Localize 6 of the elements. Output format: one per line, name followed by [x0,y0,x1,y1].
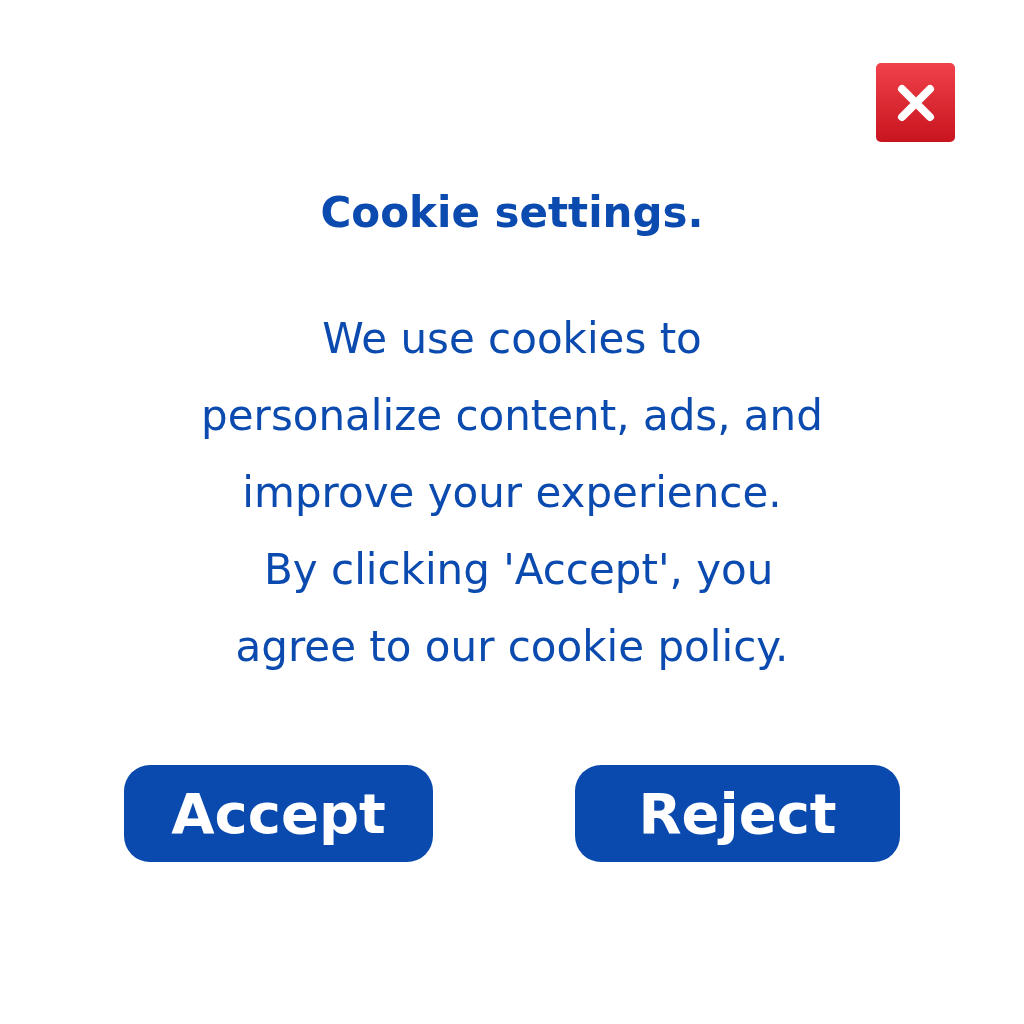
close-icon [895,82,936,123]
reject-button[interactable]: Reject [575,765,900,862]
accept-button[interactable]: Accept [124,765,433,862]
cookie-message: We use cookies to personalize content, ads, and improve your experience. By clicking 'Accept', you agree to our cookie policy. [201,313,823,673]
dialog-title: Cookie settings. [320,187,704,239]
close-button[interactable] [876,63,955,142]
